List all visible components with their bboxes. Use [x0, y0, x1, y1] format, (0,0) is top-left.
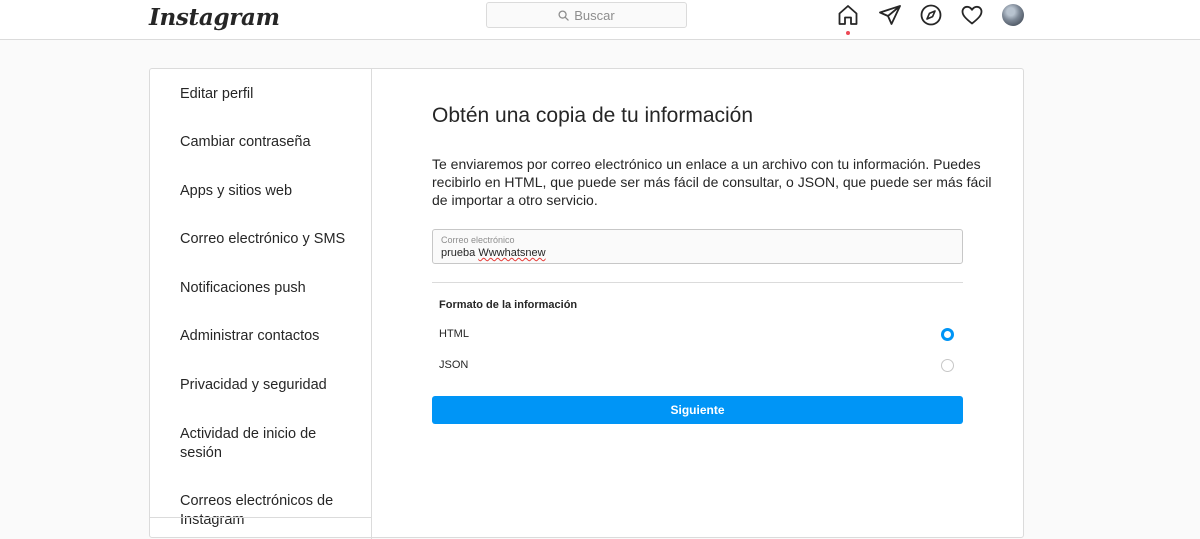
format-heading: Formato de la información	[439, 299, 578, 311]
section-divider	[432, 282, 963, 283]
sidebar-item-push-notifications[interactable]: Notificaciones push	[180, 279, 360, 298]
settings-card: Editar perfil Cambiar contraseña Apps y …	[149, 68, 1024, 539]
radio-html[interactable]	[941, 328, 954, 341]
instagram-logo[interactable]: Instagram	[149, 1, 280, 35]
notification-dot	[846, 31, 850, 35]
email-value-misspelled: Wwwhatsnew	[478, 247, 546, 259]
sidebar-item-manage-contacts[interactable]: Administrar contactos	[180, 327, 360, 346]
format-option-json[interactable]: JSON	[439, 357, 954, 375]
sidebar-item-change-password[interactable]: Cambiar contraseña	[180, 133, 360, 152]
sidebar-item-edit-profile[interactable]: Editar perfil	[180, 85, 360, 104]
top-navigation-bar: Instagram Buscar	[0, 0, 1200, 40]
page-title: Obtén una copia de tu información	[432, 104, 754, 127]
email-field-label: Correo electrónico	[441, 235, 515, 245]
email-field-value[interactable]: prueba Wwwhatsnew	[441, 247, 546, 259]
heart-icon[interactable]	[960, 3, 984, 27]
explore-icon[interactable]	[919, 3, 943, 27]
sidebar-item-privacy-security[interactable]: Privacidad y seguridad	[180, 376, 360, 395]
email-field[interactable]: Correo electrónico prueba Wwwhatsnew	[432, 229, 963, 264]
email-value-prefix: prueba	[441, 247, 479, 259]
next-button[interactable]: Siguiente	[432, 396, 963, 424]
search-placeholder: Buscar	[574, 7, 615, 23]
sidebar-divider	[150, 517, 371, 518]
search-icon	[558, 9, 569, 21]
sidebar-item-email-sms[interactable]: Correo electrónico y SMS	[180, 230, 360, 249]
format-option-html[interactable]: HTML	[439, 326, 954, 344]
sidebar-item-login-activity[interactable]: Actividad de inicio de sesión	[180, 425, 345, 463]
settings-sidebar: Editar perfil Cambiar contraseña Apps y …	[150, 69, 372, 539]
direct-icon[interactable]	[878, 3, 902, 27]
home-icon[interactable]	[836, 3, 860, 27]
format-option-label: HTML	[439, 328, 469, 340]
search-input[interactable]: Buscar	[486, 2, 687, 28]
format-option-label: JSON	[439, 359, 469, 371]
page-description: Te enviaremos por correo electrónico un …	[432, 156, 992, 208]
profile-avatar[interactable]	[1002, 4, 1024, 26]
sidebar-item-instagram-emails[interactable]: Correos electrónicos de Instagram	[180, 492, 345, 530]
radio-json[interactable]	[941, 359, 954, 372]
download-data-panel: Obtén una copia de tu información Te env…	[372, 69, 1024, 539]
sidebar-item-apps-websites[interactable]: Apps y sitios web	[180, 182, 360, 201]
